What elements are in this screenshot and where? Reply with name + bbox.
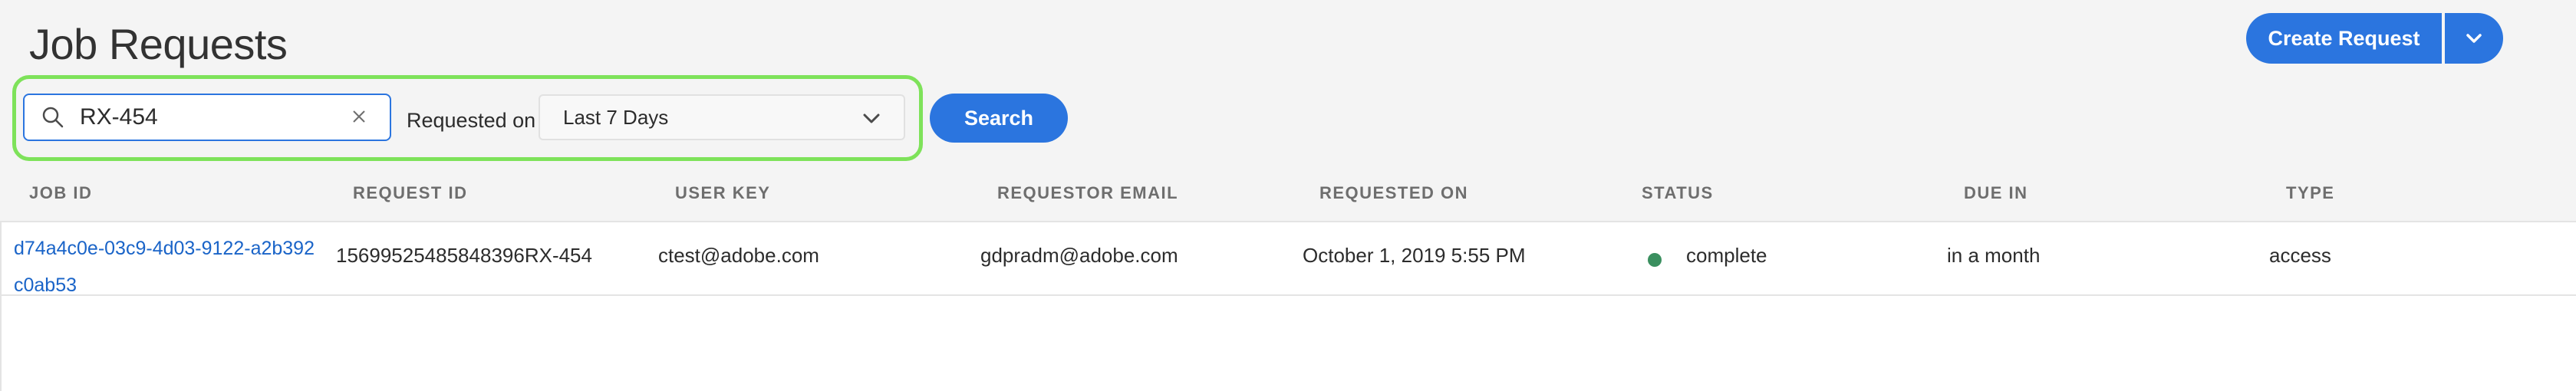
- column-header-status[interactable]: STATUS: [1642, 179, 1714, 207]
- requested-on-select[interactable]: Last 7 Days: [539, 94, 905, 140]
- column-header-due-in[interactable]: DUE IN: [1964, 179, 2028, 207]
- column-header-user-key[interactable]: USER KEY: [675, 179, 770, 207]
- chevron-down-icon: [863, 113, 880, 123]
- table-row: d74a4c0e-03c9-4d03-9122-a2b392 c0ab53 15…: [2, 222, 2576, 296]
- close-icon[interactable]: [350, 107, 368, 126]
- request-id-cell: 15699525485848396RX-454: [336, 244, 592, 267]
- create-request-menu-button[interactable]: [2445, 13, 2503, 64]
- due-in-cell: in a month: [1947, 244, 2041, 267]
- search-icon: [41, 106, 64, 129]
- job-id-line-1[interactable]: d74a4c0e-03c9-4d03-9122-a2b392: [14, 238, 315, 259]
- page-title: Job Requests: [29, 20, 288, 68]
- column-header-requested-on[interactable]: REQUESTED ON: [1319, 179, 1468, 207]
- requested-on-label: Requested on: [407, 109, 536, 132]
- search-field[interactable]: [23, 94, 391, 141]
- job-id-link[interactable]: d74a4c0e-03c9-4d03-9122-a2b392 c0ab53: [14, 230, 321, 304]
- requestor-email-cell: gdpradm@adobe.com: [980, 244, 1178, 267]
- status-cell: complete: [1686, 244, 1767, 267]
- chevron-down-icon: [2466, 34, 2482, 43]
- search-button[interactable]: Search: [930, 94, 1068, 143]
- column-header-job-id[interactable]: JOB ID: [29, 179, 92, 207]
- table-header: JOB ID REQUEST ID USER KEY REQUESTOR EMA…: [0, 179, 2576, 218]
- status-indicator-dot: [1648, 253, 1662, 267]
- search-input[interactable]: [78, 98, 331, 136]
- table-body: d74a4c0e-03c9-4d03-9122-a2b392 c0ab53 15…: [0, 221, 2576, 391]
- requested-on-value: Last 7 Days: [563, 105, 669, 129]
- create-request-group: Create Request: [2246, 13, 2503, 64]
- requested-on-cell: October 1, 2019 5:55 PM: [1303, 244, 1526, 267]
- type-cell: access: [2269, 244, 2331, 267]
- create-request-button[interactable]: Create Request: [2246, 13, 2442, 64]
- column-header-type[interactable]: TYPE: [2286, 179, 2334, 207]
- job-id-line-2[interactable]: c0ab53: [14, 274, 77, 296]
- user-key-cell: ctest@adobe.com: [658, 244, 819, 267]
- column-header-requestor-email[interactable]: REQUESTOR EMAIL: [997, 179, 1178, 207]
- column-header-request-id[interactable]: REQUEST ID: [353, 179, 467, 207]
